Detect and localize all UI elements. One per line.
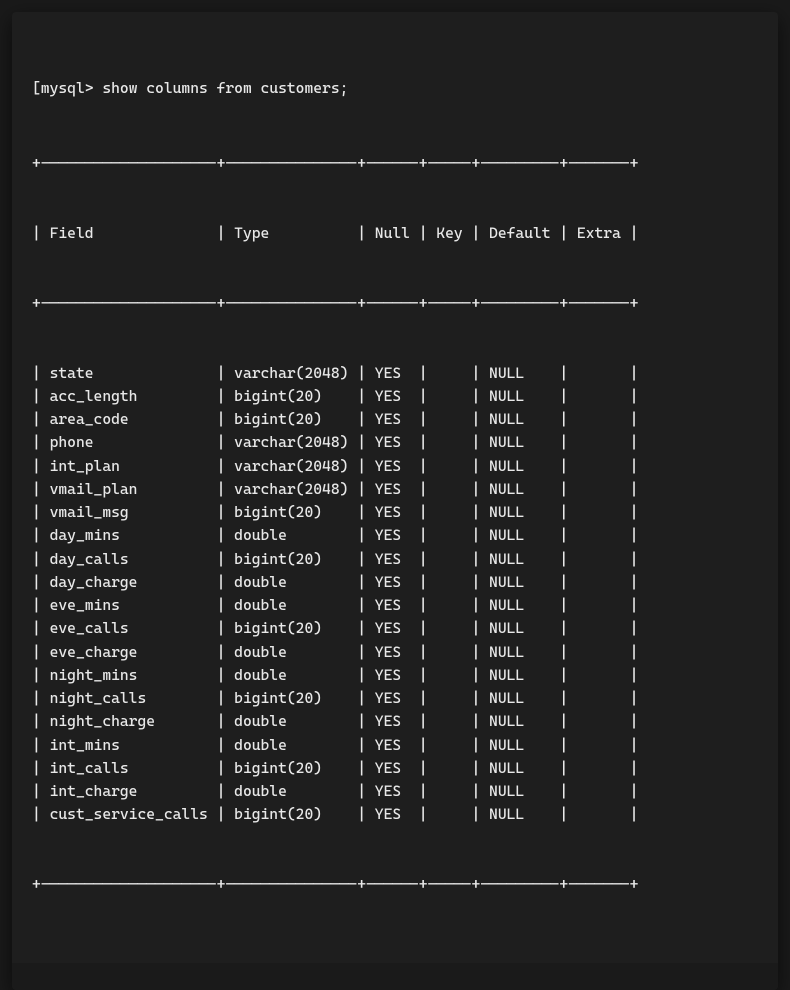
table-row: | eve_mins | double | YES | | NULL | |: [32, 594, 758, 617]
table-body: | state | varchar(2048) | YES | | NULL |…: [32, 362, 758, 827]
table-row: | int_charge | double | YES | | NULL | |: [32, 780, 758, 803]
table-row: | day_calls | bigint(20) | YES | | NULL …: [32, 548, 758, 571]
table-row: | eve_charge | double | YES | | NULL | |: [32, 641, 758, 664]
torn-edge-decoration: [12, 963, 778, 990]
sql-command: show columns from customers;: [94, 79, 349, 97]
table-border-bottom: +--------------------+---------------+--…: [32, 873, 758, 896]
command-line: [mysql> show columns from customers;: [32, 77, 758, 100]
table-row: | eve_calls | bigint(20) | YES | | NULL …: [32, 617, 758, 640]
table-row: | int_calls | bigint(20) | YES | | NULL …: [32, 757, 758, 780]
table-row: | night_calls | bigint(20) | YES | | NUL…: [32, 687, 758, 710]
table-row: | cust_service_calls | bigint(20) | YES …: [32, 803, 758, 826]
table-row: | int_mins | double | YES | | NULL | |: [32, 734, 758, 757]
table-row: | night_charge | double | YES | | NULL |…: [32, 710, 758, 733]
table-row: | acc_length | bigint(20) | YES | | NULL…: [32, 385, 758, 408]
table-row: | night_mins | double | YES | | NULL | |: [32, 664, 758, 687]
table-row: | day_mins | double | YES | | NULL | |: [32, 524, 758, 547]
table-row: | int_plan | varchar(2048) | YES | | NUL…: [32, 455, 758, 478]
table-border-mid: +--------------------+---------------+--…: [32, 292, 758, 315]
table-row: | vmail_msg | bigint(20) | YES | | NULL …: [32, 501, 758, 524]
table-header-row: | Field | Type | Null | Key | Default | …: [32, 222, 758, 245]
prompt-prefix: [mysql>: [32, 79, 94, 97]
table-border-top: +--------------------+---------------+--…: [32, 152, 758, 175]
table-row: | state | varchar(2048) | YES | | NULL |…: [32, 362, 758, 385]
table-row: | vmail_plan | varchar(2048) | YES | | N…: [32, 478, 758, 501]
table-row: | day_charge | double | YES | | NULL | |: [32, 571, 758, 594]
terminal-window[interactable]: [mysql> show columns from customers; +--…: [12, 12, 778, 990]
table-row: | area_code | bigint(20) | YES | | NULL …: [32, 408, 758, 431]
table-row: | phone | varchar(2048) | YES | | NULL |…: [32, 431, 758, 454]
